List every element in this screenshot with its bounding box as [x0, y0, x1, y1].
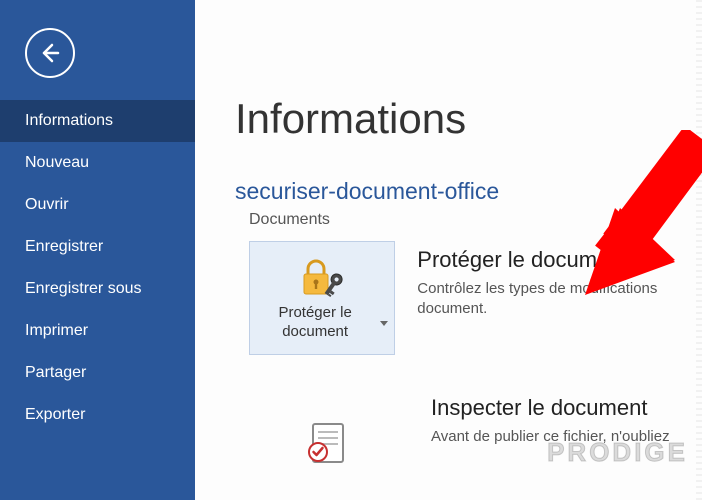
inspect-document-button[interactable]: [249, 389, 409, 499]
page-title: Informations: [235, 95, 702, 143]
sidebar-item-nouveau[interactable]: Nouveau: [0, 142, 195, 184]
cropped-edge-decoration: [696, 0, 702, 500]
sidebar-item-label: Informations: [25, 112, 113, 129]
sidebar-item-label: Imprimer: [25, 322, 88, 339]
sidebar-item-label: Exporter: [25, 406, 85, 423]
protect-document-title: Protéger le document: [417, 247, 702, 273]
sidebar-item-label: Nouveau: [25, 154, 89, 171]
sidebar-item-exporter[interactable]: Exporter: [0, 394, 195, 436]
sidebar-item-enregistrer[interactable]: Enregistrer: [0, 226, 195, 268]
lock-key-icon: [298, 252, 346, 302]
chevron-down-icon: [380, 321, 388, 326]
back-button[interactable]: [25, 28, 75, 78]
arrow-left-icon: [38, 41, 62, 65]
document-name: securiser-document-office: [235, 178, 702, 205]
sidebar-item-ouvrir[interactable]: Ouvrir: [0, 184, 195, 226]
inspect-document-text: Inspecter le document Avant de publier c…: [431, 389, 670, 447]
document-location: Documents: [249, 211, 702, 229]
sidebar-item-imprimer[interactable]: Imprimer: [0, 310, 195, 352]
protect-document-desc: Contrôlez les types de modifications doc…: [417, 279, 702, 320]
inspect-document-icon: [303, 418, 355, 468]
sidebar-item-label: Partager: [25, 364, 86, 381]
sidebar-item-label: Ouvrir: [25, 196, 69, 213]
protect-document-label: Protéger le document: [256, 304, 374, 342]
inspect-document-title: Inspecter le document: [431, 395, 670, 421]
sidebar-nav: Informations Nouveau Ouvrir Enregistrer …: [0, 100, 195, 436]
section-inspect-document: Inspecter le document Avant de publier c…: [235, 389, 702, 499]
sidebar-item-partager[interactable]: Partager: [0, 352, 195, 394]
sidebar-item-enregistrer-sous[interactable]: Enregistrer sous: [0, 268, 195, 310]
protect-document-text: Protéger le document Contrôlez les types…: [417, 241, 702, 320]
sidebar-item-label: Enregistrer sous: [25, 280, 142, 297]
section-protect-document: Protéger le document Protéger le documen…: [235, 241, 702, 355]
backstage-main: Informations securiser-document-office D…: [195, 0, 702, 500]
inspect-document-desc: Avant de publier ce fichier, n'oubliez: [431, 427, 670, 447]
protect-document-button[interactable]: Protéger le document: [249, 241, 395, 355]
sidebar-item-informations[interactable]: Informations: [0, 100, 195, 142]
backstage-sidebar: Informations Nouveau Ouvrir Enregistrer …: [0, 0, 195, 500]
sidebar-item-label: Enregistrer: [25, 238, 103, 255]
